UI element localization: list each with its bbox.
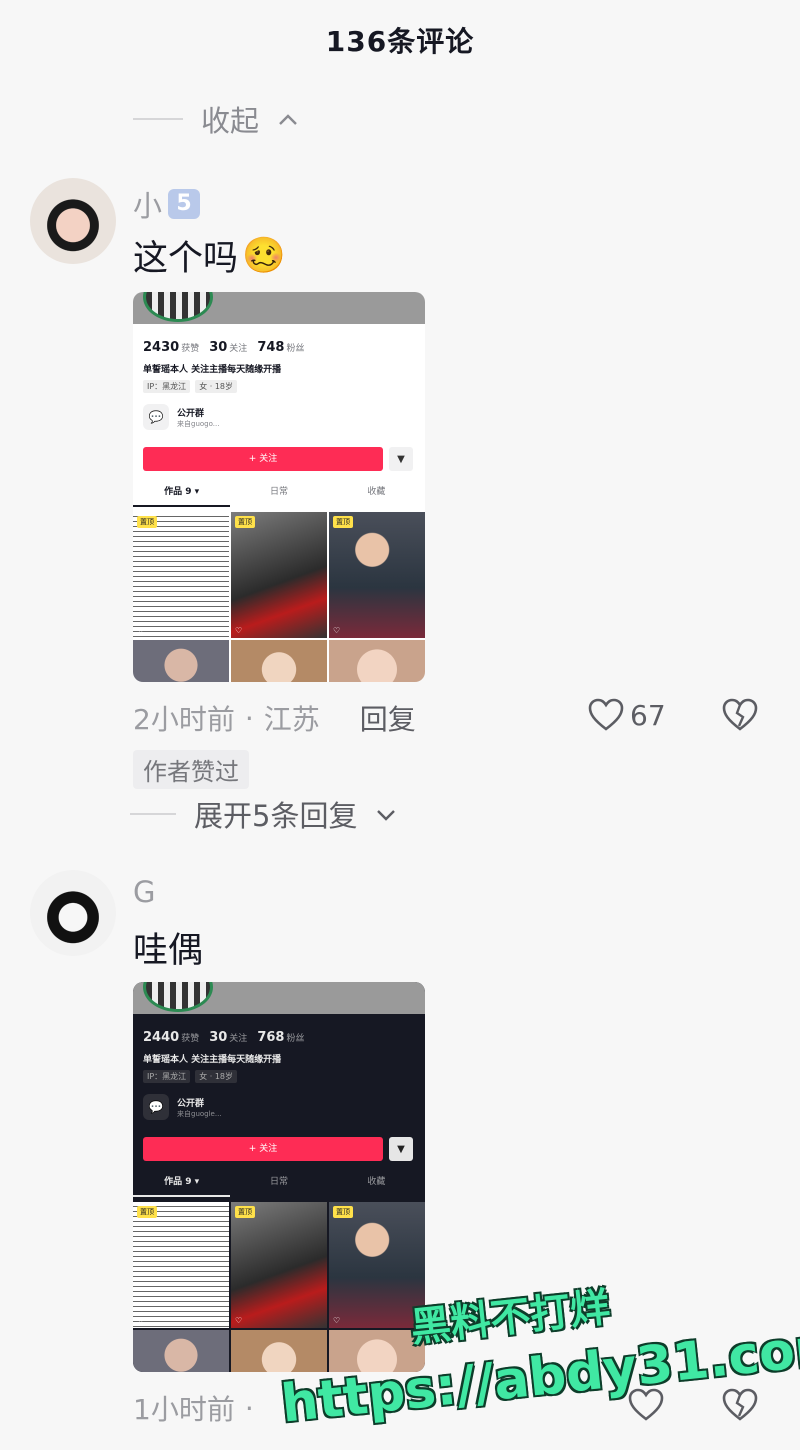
chat-icon: 💬	[143, 404, 169, 430]
group-entry: 💬 公开群 来自guogle...	[143, 1094, 222, 1120]
dropdown-icon: ▼	[389, 1137, 413, 1161]
follow-button-image: + 关注	[143, 447, 383, 471]
comment-text: 这个吗 🥴	[133, 230, 286, 281]
like-button[interactable]: 67	[588, 698, 666, 732]
follow-button-image: + 关注	[143, 1137, 383, 1161]
comment-text-content: 这个吗	[133, 239, 239, 279]
divider	[130, 813, 176, 815]
collapse-replies-button[interactable]: 收起	[133, 98, 297, 140]
comments-header: 136条评论	[0, 0, 800, 80]
comment-location: 江苏	[263, 703, 320, 736]
profile-stats: 2430 获赞 30 关注 748 粉丝	[143, 340, 305, 355]
watermark-overlay: 黑料不打烊 https://abdy31.com	[278, 1285, 800, 1450]
comment-count-title: 136条评论	[325, 25, 475, 58]
expand-label: 展开5条回复	[194, 799, 358, 833]
group-entry: 💬 公开群 来自guogo...	[143, 404, 219, 430]
dislike-button[interactable]	[722, 698, 758, 736]
separator: ·	[244, 701, 254, 735]
comment-text-content: 哇偶	[133, 931, 204, 971]
collapse-label: 收起	[201, 104, 260, 138]
dropdown-icon: ▼	[389, 447, 413, 471]
author-name-text: 小	[133, 189, 163, 223]
comment-meta: 1小时前 ·	[133, 1388, 264, 1428]
comment-time: 2小时前	[133, 703, 235, 736]
profile-stats: 2440 获赞 30 关注 768 粉丝	[143, 1030, 305, 1045]
profile-bio: 单誓瑶本人 关注主播每天随缘开播	[143, 365, 282, 375]
avatar[interactable]	[30, 178, 116, 264]
level-badge: 5	[168, 189, 201, 219]
profile-tags: IP：黑龙江女 · 18岁	[143, 1070, 237, 1083]
profile-avatar	[143, 292, 213, 322]
comment-text: 哇偶	[133, 922, 203, 973]
broken-heart-icon	[722, 698, 758, 731]
comment-time: 1小时前	[133, 1393, 235, 1426]
chevron-down-icon	[375, 804, 396, 824]
profile-tabs: 作品 9 ▾ 日常 收藏	[133, 1174, 425, 1197]
profile-tabs: 作品 9 ▾ 日常 收藏	[133, 484, 425, 507]
profile-avatar	[143, 982, 213, 1012]
heart-icon	[588, 698, 624, 731]
chevron-up-icon	[277, 109, 297, 129]
avatar[interactable]	[30, 870, 116, 956]
reply-button[interactable]: 回复	[360, 698, 416, 738]
author-name[interactable]: G	[133, 875, 155, 909]
author-name-text: G	[133, 875, 156, 909]
profile-tags: IP：黑龙江女 · 18岁	[143, 380, 237, 393]
like-count: 67	[630, 698, 666, 732]
dizzy-face-emoji-icon: 🥴	[242, 236, 286, 276]
divider	[133, 118, 183, 120]
chat-icon: 💬	[143, 1094, 169, 1120]
comment-image[interactable]: 2430 获赞 30 关注 748 粉丝 单誓瑶本人 关注主播每天随缘开播 IP：黑龙…	[133, 292, 425, 682]
profile-header	[133, 982, 425, 1014]
comment-meta: 2小时前 · 江苏 回复	[133, 698, 416, 738]
author-liked-badge: 作者赞过	[133, 750, 249, 789]
video-grid: 置顶 ♡ 置顶 ♡ 置顶 ♡	[133, 512, 425, 682]
expand-replies-button[interactable]: 展开5条回复	[130, 793, 396, 835]
separator: ·	[244, 1391, 254, 1425]
profile-header	[133, 292, 425, 324]
author-name[interactable]: 小 5	[133, 183, 201, 225]
watermark-text: 黑料不打烊	[408, 1284, 613, 1352]
profile-bio: 单誓瑶本人 关注主播每天随缘开播	[143, 1055, 282, 1065]
